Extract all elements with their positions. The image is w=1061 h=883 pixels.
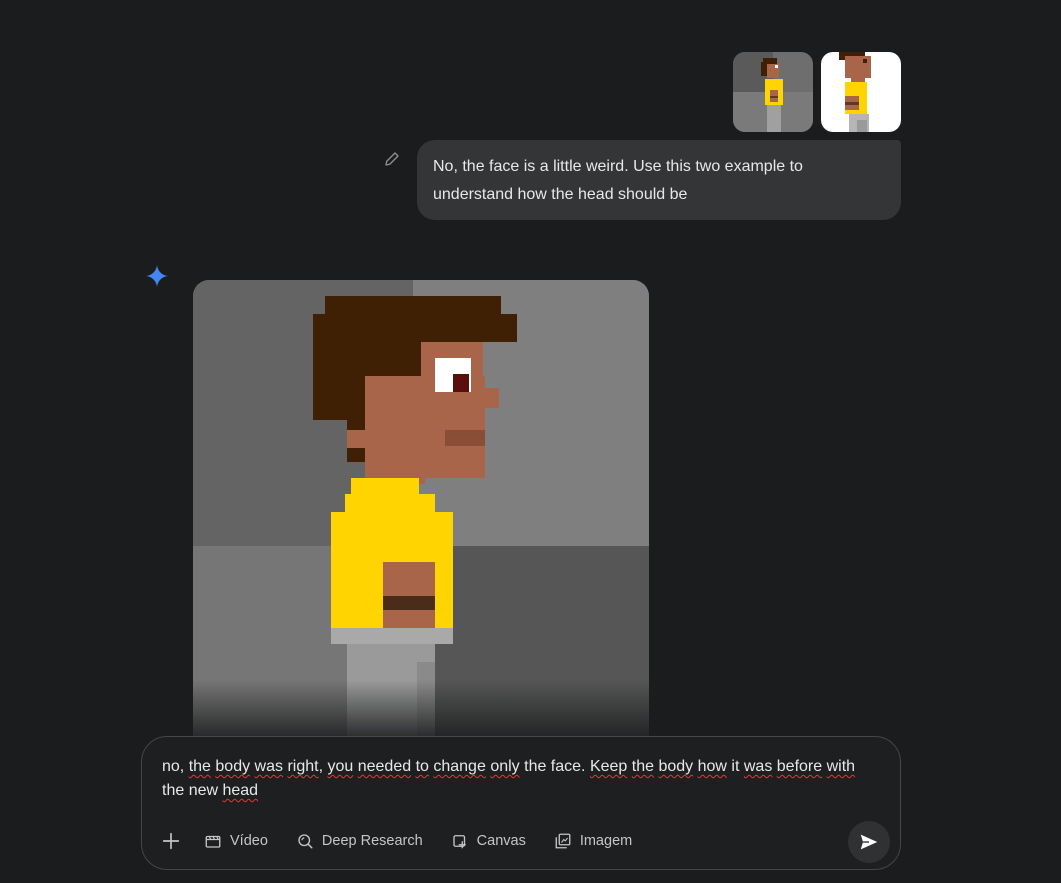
misspelled-word: right (287, 758, 319, 775)
misspelled-word: change (433, 758, 486, 775)
misspelled-word: body (215, 758, 251, 775)
video-icon (205, 835, 221, 848)
pencil-icon (385, 152, 399, 166)
generated-image[interactable] (193, 280, 649, 750)
deep-research-icon (298, 834, 313, 849)
generated-pixel-art (193, 280, 649, 750)
video-tool-label: Vídeo (230, 833, 268, 849)
misspelled-word: to (415, 758, 429, 775)
user-message-line-1: No, the face is a little weird. Use this… (433, 158, 803, 175)
misspelled-word: only (490, 758, 520, 775)
user-message-bubble: No, the face is a little weird. Use this… (417, 140, 901, 220)
misspelled-word: with (826, 758, 856, 775)
chat-page: No, the face is a little weird. Use this… (0, 0, 1061, 883)
canvas-tool-label: Canvas (476, 833, 526, 849)
misspelled-word: body (658, 758, 694, 775)
deep-research-tool-button[interactable]: Deep Research (296, 832, 423, 850)
gemini-spark-icon (145, 264, 169, 288)
video-tool-button[interactable]: Vídeo (204, 832, 268, 850)
send-icon (860, 834, 878, 850)
canvas-icon (452, 835, 466, 849)
attachment-thumbnail-2-image (821, 52, 901, 132)
add-attachment-button[interactable] (158, 828, 184, 854)
misspelled-word: head (222, 782, 259, 799)
message-attachments (733, 52, 901, 132)
input-toolbar: Vídeo Deep Research Canvas Imagem (158, 827, 660, 855)
misspelled-word: needed (357, 758, 412, 775)
misspelled-word: was (254, 758, 283, 775)
misspelled-word: the (188, 758, 211, 775)
canvas-tool-button[interactable]: Canvas (451, 832, 526, 850)
image-tool-label: Imagem (579, 833, 633, 849)
misspelled-word: was (743, 758, 773, 775)
deep-research-tool-label: Deep Research (321, 833, 423, 849)
image-icon (555, 833, 571, 849)
attachment-thumbnail-1-image (733, 52, 813, 132)
send-button[interactable] (848, 821, 890, 863)
misspelled-word: you (327, 758, 354, 775)
attachment-thumbnail-1[interactable] (733, 52, 813, 132)
edit-message-button[interactable] (383, 150, 401, 168)
misspelled-word: Keep (589, 758, 628, 775)
misspelled-word: before (776, 758, 823, 775)
prompt-input-box[interactable]: no, the body was right, you needed to ch… (141, 736, 901, 870)
user-message-line-2: understand how the head should be (433, 186, 688, 203)
misspelled-word: the (631, 758, 655, 775)
image-tool-button[interactable]: Imagem (554, 832, 632, 850)
prompt-input-text[interactable]: no, the body was right, you needed to ch… (162, 755, 862, 803)
misspelled-word: how (697, 758, 727, 775)
attachment-thumbnail-2[interactable] (821, 52, 901, 132)
plus-icon (162, 832, 180, 850)
